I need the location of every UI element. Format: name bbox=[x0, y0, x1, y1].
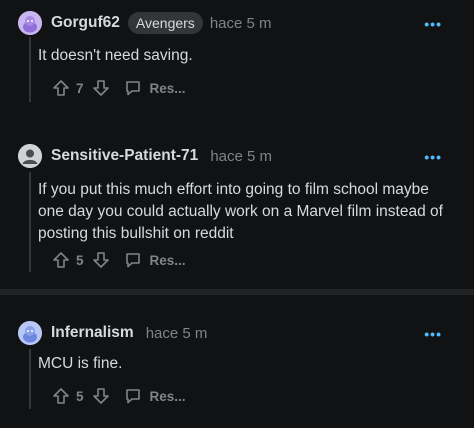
comment-body: MCU is fine. bbox=[38, 355, 123, 372]
upvote-icon[interactable] bbox=[52, 251, 70, 269]
vote-score: 5 bbox=[76, 388, 84, 404]
user-avatar[interactable] bbox=[18, 144, 42, 168]
upvote-icon[interactable] bbox=[52, 387, 70, 405]
reply-icon[interactable] bbox=[124, 251, 142, 269]
thread-line[interactable] bbox=[29, 349, 31, 409]
more-options-icon[interactable]: ••• bbox=[424, 326, 442, 342]
vote-score: 5 bbox=[76, 252, 84, 268]
username[interactable]: Infernalism bbox=[51, 324, 134, 342]
comment-time: hace 5 m bbox=[210, 147, 273, 165]
reply-button[interactable]: Res... bbox=[150, 253, 186, 268]
thread-line[interactable] bbox=[29, 172, 31, 272]
downvote-icon[interactable] bbox=[92, 387, 110, 405]
reply-icon[interactable] bbox=[124, 387, 142, 405]
username[interactable]: Sensitive-Patient-71 bbox=[51, 147, 198, 165]
user-avatar[interactable] bbox=[18, 321, 42, 345]
comment-time: hace 5 m bbox=[145, 324, 208, 342]
default-user-avatar-icon bbox=[18, 144, 42, 168]
blue-snoo-avatar-icon bbox=[18, 321, 42, 345]
comment-infernalism: Infernalism hace 5 m ••• MCU is fine. 5 … bbox=[0, 295, 474, 428]
more-options-icon[interactable]: ••• bbox=[424, 149, 442, 165]
comment-sensitive-patient-71: Sensitive-Patient-71 hace 5 m ••• If you… bbox=[0, 0, 474, 290]
reply-button[interactable]: Res... bbox=[150, 389, 186, 404]
comment-body: If you put this much effort into going t… bbox=[38, 181, 443, 242]
downvote-icon[interactable] bbox=[92, 251, 110, 269]
